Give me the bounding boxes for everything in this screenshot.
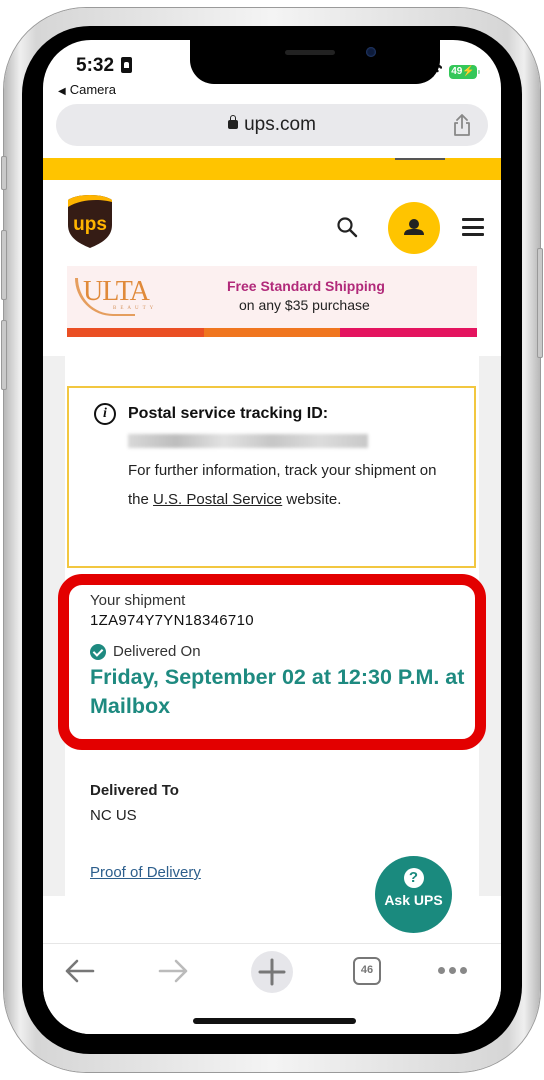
- highlight-annotation: [58, 574, 486, 750]
- volume-up-button: [1, 230, 7, 300]
- help-icon: ?: [403, 868, 424, 888]
- delivered-to-value: NC US: [90, 807, 137, 824]
- power-button: [537, 248, 543, 358]
- back-triangle-icon: ◀: [58, 86, 66, 97]
- tab-switcher-button[interactable]: 46: [353, 957, 381, 985]
- back-to-app-button[interactable]: ◀ Camera: [58, 82, 116, 97]
- volume-down-button: [1, 320, 7, 390]
- shipment-section: Your shipment 1ZA974Y7YN18346710 Deliver…: [43, 158, 501, 943]
- speaker: [285, 50, 335, 55]
- back-arrow-icon[interactable]: [63, 956, 97, 986]
- ask-ups-button[interactable]: ? Ask UPS: [375, 856, 452, 933]
- status-time: 5:32: [76, 55, 115, 76]
- lock-icon: [228, 114, 239, 129]
- contact-badge-icon: [121, 57, 132, 73]
- ask-ups-label: Ask UPS: [384, 892, 443, 908]
- notch: [190, 40, 440, 84]
- new-tab-button[interactable]: [251, 951, 293, 993]
- proof-of-delivery-link[interactable]: Proof of Delivery: [90, 864, 201, 881]
- address-bar[interactable]: ups.com: [56, 104, 488, 146]
- plus-icon: [258, 958, 286, 986]
- forward-arrow-icon[interactable]: [156, 956, 190, 986]
- back-app-label: Camera: [69, 82, 116, 97]
- battery-indicator: 49⚡: [449, 65, 480, 79]
- url-text: ups.com: [244, 114, 316, 135]
- share-icon[interactable]: [452, 113, 472, 137]
- front-camera: [366, 47, 376, 57]
- mute-switch: [1, 156, 7, 190]
- delivered-to-label: Delivered To: [90, 782, 179, 799]
- screen: 5:32 ◀ Camera 49⚡ ups.com ups ULTA BEAUT…: [43, 40, 501, 1034]
- battery-level: 49: [451, 66, 463, 77]
- home-indicator[interactable]: [193, 1018, 356, 1024]
- more-options-icon[interactable]: [438, 967, 467, 974]
